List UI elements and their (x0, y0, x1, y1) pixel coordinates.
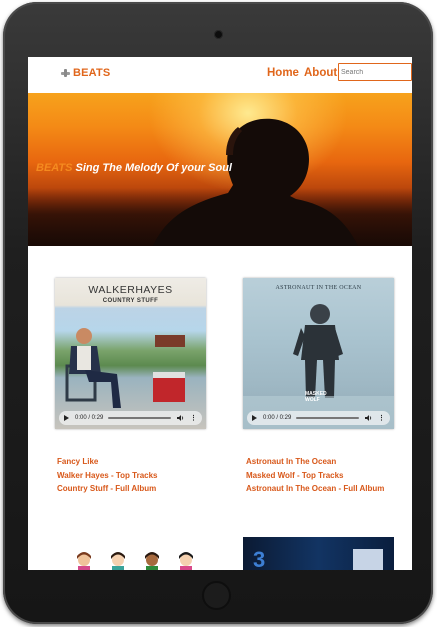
navbar: BEATS Home About (28, 57, 412, 93)
more-options-icon[interactable]: ⋮ (190, 414, 197, 422)
link-astronaut-in-the-ocean[interactable]: Astronaut In The Ocean (246, 455, 384, 469)
person-emoji-icon (179, 552, 193, 570)
nav-home-link[interactable]: Home (267, 67, 299, 79)
audio-time: 0:00 / 0:29 (75, 415, 104, 421)
person-emoji-icon (111, 552, 125, 570)
nav-about-link[interactable]: About (304, 67, 337, 79)
album-cover-partial-right: 3 (243, 537, 394, 570)
album-cover-country-stuff: WALKERHAYES COUNTRY STUFF 0:00 / 0:29 ⋮ (55, 278, 206, 429)
card-links: Astronaut In The Ocean Masked Wolf - Top… (246, 455, 384, 496)
home-button[interactable] (202, 581, 231, 610)
tablet-frame: BEATS Home About BEATS Sing The Melody O… (3, 2, 433, 624)
audio-progress-track[interactable] (296, 417, 359, 419)
volume-icon[interactable] (177, 415, 184, 421)
link-masked-wolf-top-tracks[interactable]: Masked Wolf - Top Tracks (246, 469, 384, 483)
link-walker-hayes-top-tracks[interactable]: Walker Hayes - Top Tracks (57, 469, 158, 483)
audio-player[interactable]: 0:00 / 0:29 ⋮ (59, 411, 202, 425)
more-options-icon[interactable]: ⋮ (378, 414, 385, 422)
play-icon[interactable] (252, 415, 257, 421)
play-icon[interactable] (64, 415, 69, 421)
audio-time: 0:00 / 0:29 (263, 415, 292, 421)
hero-caption-text: Sing The Melody Of your Soul (72, 162, 232, 174)
search-input[interactable] (338, 63, 412, 81)
screen: BEATS Home About BEATS Sing The Melody O… (28, 57, 412, 570)
hero-caption-brand: BEATS (36, 162, 73, 174)
hero-banner: BEATS Sing The Melody Of your Soul (28, 93, 412, 246)
svg-text:3: 3 (253, 547, 265, 570)
audio-player[interactable]: 0:00 / 0:29 ⋮ (247, 411, 390, 425)
person-emoji-icon (77, 552, 91, 570)
album-cover-astronaut-in-the-ocean: ASTRONAUT IN THE OCEAN MASKED WOLF 0:00 … (243, 278, 394, 429)
music-note-icon (61, 69, 70, 77)
album-cover-emoji-partial (73, 550, 197, 570)
cover-badge: MASKED WOLF (305, 391, 327, 403)
astronaut-image (243, 304, 394, 429)
link-fancy-like[interactable]: Fancy Like (57, 455, 158, 469)
cover-art-graphic: 3 (253, 547, 383, 570)
person-emoji-icon (145, 552, 159, 570)
volume-icon[interactable] (365, 415, 372, 421)
hero-caption: BEATS Sing The Melody Of your Soul (36, 162, 232, 174)
brand-logo[interactable]: BEATS (60, 67, 110, 79)
link-astronaut-album[interactable]: Astronaut In The Ocean - Full Album (246, 482, 384, 496)
front-camera (214, 30, 223, 39)
audio-progress-track[interactable] (108, 417, 171, 419)
brand-name: BEATS (73, 67, 111, 79)
card-links: Fancy Like Walker Hayes - Top Tracks Cou… (57, 455, 158, 496)
cover-photo (65, 328, 185, 408)
link-country-stuff-album[interactable]: Country Stuff - Full Album (57, 482, 158, 496)
